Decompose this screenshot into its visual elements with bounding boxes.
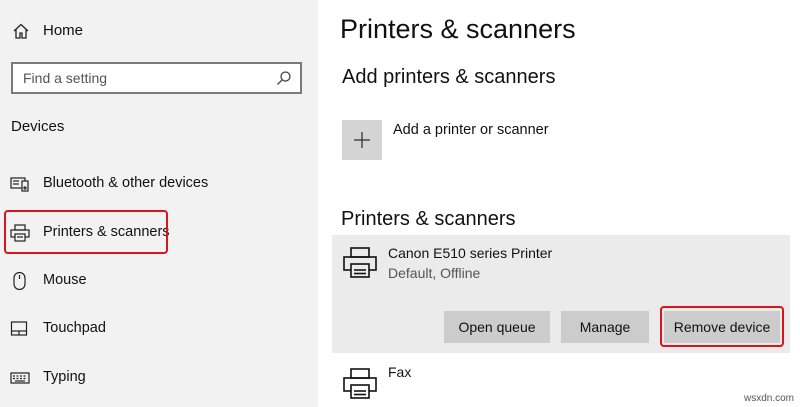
highlight-printers-scanners <box>4 210 168 254</box>
open-queue-button[interactable]: Open queue <box>444 311 550 343</box>
printers-list-heading: Printers & scanners <box>341 208 516 230</box>
page-title: Printers & scanners <box>340 14 576 44</box>
section-title-devices: Devices <box>11 118 65 135</box>
home-label: Home <box>43 22 84 39</box>
sidebar-item-bluetooth[interactable]: Bluetooth & other devices <box>0 164 318 204</box>
add-printer-button[interactable]: Add a printer or scanner <box>342 118 702 162</box>
add-printer-label: Add a printer or scanner <box>393 122 549 138</box>
sidebar-item-typing[interactable]: Typing <box>0 358 318 398</box>
bluetooth-devices-icon <box>10 175 30 193</box>
printer-icon <box>342 245 378 281</box>
printer-status: Default, Offline <box>388 265 481 281</box>
sidebar-item-mouse[interactable]: Mouse <box>0 261 318 301</box>
main-content: Printers & scanners Add printers & scann… <box>318 0 800 407</box>
touchpad-icon <box>10 320 30 338</box>
search-icon[interactable] <box>276 70 292 86</box>
search-box[interactable] <box>11 62 302 94</box>
add-printers-heading: Add printers & scanners <box>342 66 556 88</box>
mouse-icon <box>10 271 30 291</box>
printer-item-fax[interactable]: Fax <box>332 358 790 407</box>
add-icon-tile[interactable] <box>342 120 382 160</box>
plus-icon <box>353 131 371 149</box>
keyboard-icon <box>10 369 30 387</box>
printer-icon <box>342 366 378 402</box>
sidebar-item-label: Bluetooth & other devices <box>43 175 209 191</box>
highlight-remove-device <box>660 306 784 347</box>
sidebar-item-label: Mouse <box>43 272 87 288</box>
sidebar: Home Devices Bluetooth & other devices <box>0 0 318 407</box>
printer-name: Canon E510 series Printer <box>388 245 553 261</box>
printer-name: Fax <box>388 364 412 380</box>
sidebar-item-label: Typing <box>43 369 86 385</box>
nav-home[interactable]: Home <box>0 14 318 48</box>
printer-item-canon[interactable]: Canon E510 series Printer Default, Offli… <box>332 235 790 353</box>
sidebar-item-label: Touchpad <box>43 320 106 336</box>
home-icon <box>12 22 30 40</box>
manage-button[interactable]: Manage <box>561 311 649 343</box>
search-input[interactable] <box>23 68 263 88</box>
sidebar-item-touchpad[interactable]: Touchpad <box>0 309 318 349</box>
watermark: wsxdn.com <box>743 393 794 404</box>
